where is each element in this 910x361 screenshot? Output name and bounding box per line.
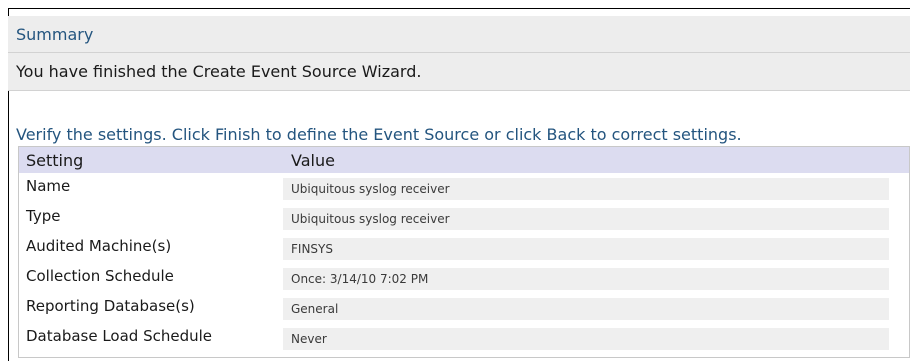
setting-label: Audited Machine(s) [26, 237, 172, 255]
summary-header [8, 16, 910, 53]
setting-label: Type [26, 207, 61, 225]
setting-value: Once: 3/14/10 7:02 PM [283, 268, 889, 290]
table-header: Setting Value [19, 147, 909, 173]
setting-label: Reporting Database(s) [26, 297, 195, 315]
setting-label: Name [26, 177, 71, 195]
setting-value: General [283, 298, 889, 320]
setting-value: Ubiquitous syslog receiver [283, 208, 889, 230]
setting-value: FINSYS [283, 238, 889, 260]
setting-value: Never [283, 328, 889, 350]
setting-value: Ubiquitous syslog receiver [283, 178, 889, 200]
setting-label: Collection Schedule [26, 267, 174, 285]
table-row-name: Name Ubiquitous syslog receiver [19, 174, 909, 204]
setting-label: Database Load Schedule [26, 327, 213, 345]
finished-message: You have finished the Create Event Sourc… [16, 62, 422, 81]
table-row-type: Type Ubiquitous syslog receiver [19, 204, 909, 234]
table-row-database-load-schedule: Database Load Schedule Never [19, 324, 909, 354]
summary-title: Summary [16, 25, 94, 44]
column-header-setting: Setting [26, 151, 84, 170]
table-row-reporting-databases: Reporting Database(s) General [19, 294, 909, 324]
verify-instructions: Verify the settings. Click Finish to def… [16, 125, 742, 144]
table-row-audited-machines: Audited Machine(s) FINSYS [19, 234, 909, 264]
settings-table: Setting Value Name Ubiquitous syslog rec… [18, 146, 910, 358]
column-header-value: Value [291, 151, 335, 170]
table-row-collection-schedule: Collection Schedule Once: 3/14/10 7:02 P… [19, 264, 909, 294]
